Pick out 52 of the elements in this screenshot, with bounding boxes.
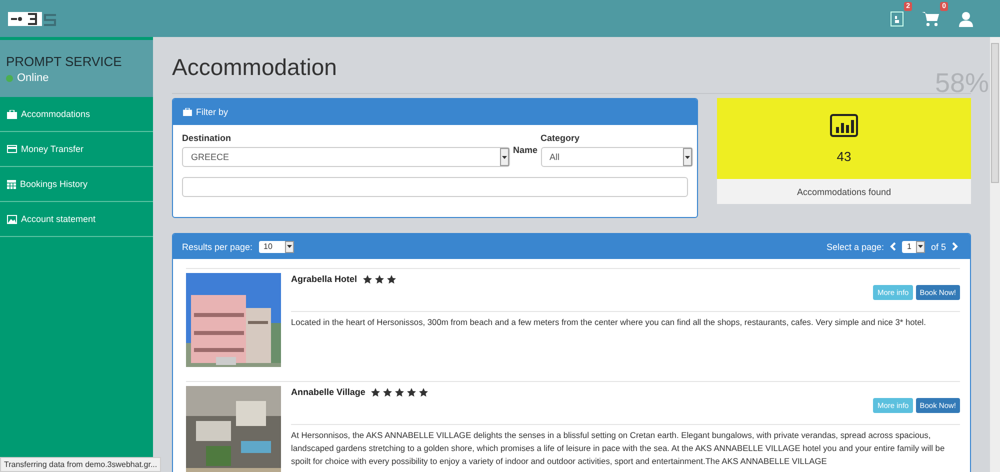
card-icon	[7, 145, 17, 153]
bar-chart-icon	[830, 114, 858, 136]
page-title: Accommodation	[172, 54, 337, 81]
star-icon	[387, 274, 396, 284]
sidebar-item[interactable]: Account statement	[0, 202, 153, 237]
service-title: PROMPT SERVICE	[6, 54, 123, 69]
star-icon	[419, 388, 428, 396]
hotel-name: Annabelle Village	[291, 387, 366, 397]
category-select[interactable]: All	[540, 147, 693, 167]
page-label: Select a page:	[826, 242, 884, 252]
status-text: Online	[17, 72, 49, 84]
image-icon	[7, 214, 17, 224]
caret-icon	[502, 156, 507, 158]
star-icon	[371, 388, 380, 396]
per-page-label: Results per page:	[182, 242, 253, 252]
sidebar-item[interactable]: Money Transfer	[0, 132, 153, 167]
star-icon	[363, 274, 372, 284]
per-page-select[interactable]: 10	[258, 240, 294, 252]
logo-icon	[8, 10, 58, 26]
status-dot	[6, 74, 13, 82]
hotel-description: Located in the heart of Hersonissos, 300m from beach and a few meters from the center where you can find all the shops, restaurants, cafes. Very simple and nice 3* hotel.	[291, 316, 927, 329]
calendar-icon	[7, 179, 16, 189]
star-icon	[375, 274, 384, 284]
field-label: Name	[513, 145, 538, 155]
panel-title: Filter by	[196, 107, 228, 117]
destination-select[interactable]: GREECE	[182, 147, 510, 167]
user-icon[interactable]	[958, 10, 974, 26]
briefcase-icon	[183, 108, 192, 116]
status-bar: Transferring data from demo.3swebhat.gr...	[0, 457, 162, 472]
scrollbar[interactable]	[990, 37, 1000, 472]
star-icon	[383, 388, 392, 396]
stats-label: Accommodations found	[796, 186, 892, 198]
briefcase-icon	[7, 110, 17, 118]
bookings-icon[interactable]	[890, 10, 904, 26]
page-count: of 5	[930, 242, 946, 252]
caret-icon	[684, 156, 690, 158]
field-label: Category	[540, 133, 581, 143]
cart-icon[interactable]	[922, 10, 940, 26]
field-label: Destination	[182, 133, 232, 143]
caret-icon	[918, 245, 923, 248]
page-select[interactable]: 1	[902, 240, 925, 252]
previous-icon[interactable]	[890, 242, 896, 251]
next-icon[interactable]	[952, 242, 958, 251]
hotel-name: Agrabella Hotel	[291, 274, 358, 284]
hotel-description: At Hersonnisos, the AKS ANNABELLE VILLAGE delights the senses in a blissful setting on Cretan earth. Elegant bungalows, with private verandas, spread across spacious, landscaped gardens stretching to a golden shore, which promises a life of leisure in pace with the sea. At the AKS ANNABELLE VILLAGE hotel you and your entire family will be spoilt for choice with every possibility to enjoy a variety of indoor and outdoor activities, sport and entertainment.The AKS ANNABELLE VILLAGE	[291, 429, 946, 468]
results-count: 43	[836, 148, 852, 164]
sidebar-item[interactable]: Accommodations	[0, 97, 153, 132]
name-input[interactable]	[182, 177, 688, 197]
star-icon	[395, 388, 404, 396]
star-icon	[407, 388, 416, 396]
caret-icon	[286, 245, 292, 248]
sidebar-item[interactable]: Bookings History	[0, 167, 153, 202]
